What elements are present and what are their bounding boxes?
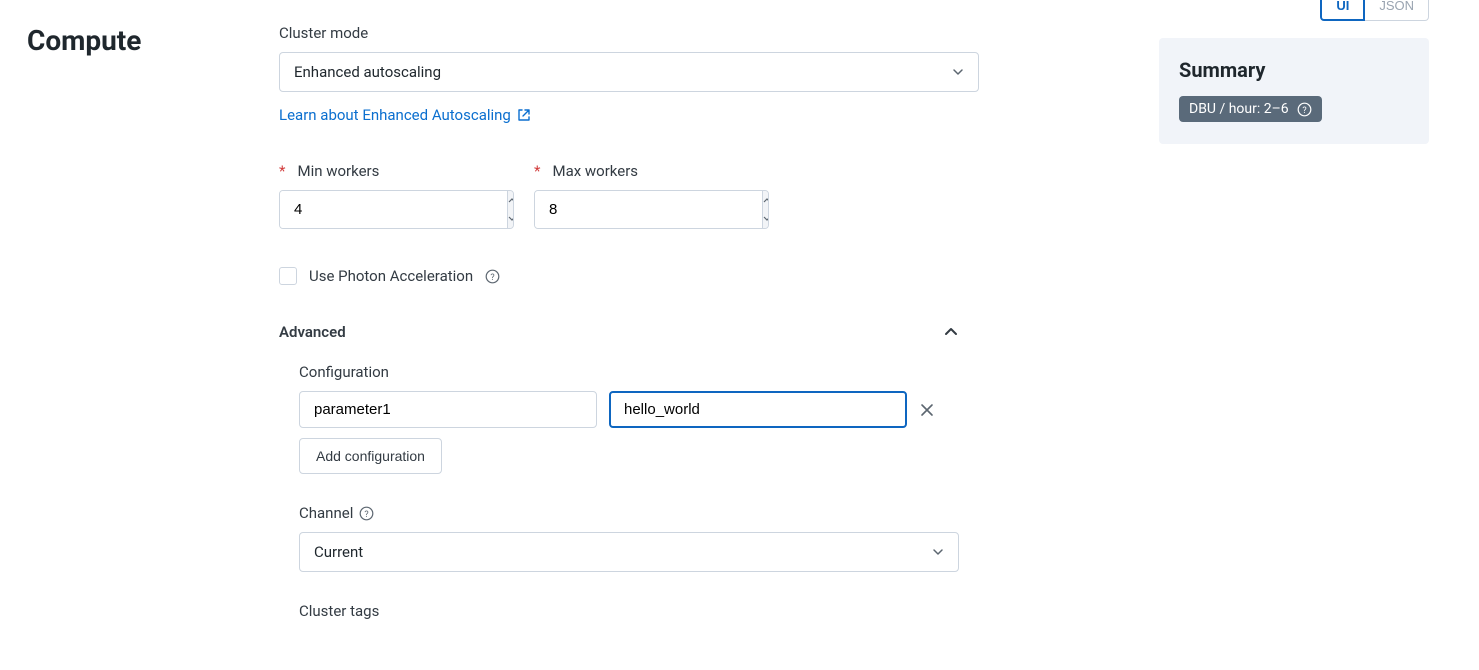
- max-workers-input[interactable]: [535, 191, 762, 228]
- cluster-mode-select[interactable]: Enhanced autoscaling: [279, 52, 979, 92]
- learn-autoscaling-link[interactable]: Learn about Enhanced Autoscaling: [279, 106, 531, 124]
- dbu-text: DBU / hour: 2–6: [1189, 101, 1289, 117]
- view-toggle: UI JSON: [1320, 0, 1429, 21]
- summary-panel: Summary DBU / hour: 2–6 ?: [1159, 38, 1429, 144]
- chevron-up-icon: [943, 324, 959, 340]
- chevron-down-icon: [952, 66, 964, 78]
- max-workers-input-wrapper: [534, 190, 769, 229]
- config-value-input[interactable]: [609, 391, 907, 428]
- add-configuration-button[interactable]: Add configuration: [299, 438, 442, 474]
- chevron-down-icon: [932, 546, 944, 558]
- min-workers-stepper[interactable]: [507, 191, 514, 228]
- min-workers-label: Min workers: [279, 162, 514, 180]
- stepper-down-icon[interactable]: [763, 210, 769, 229]
- help-icon[interactable]: ?: [485, 269, 500, 284]
- advanced-toggle[interactable]: Advanced: [279, 323, 959, 341]
- close-icon[interactable]: [919, 402, 935, 418]
- svg-text:?: ?: [491, 273, 495, 283]
- learn-autoscaling-text: Learn about Enhanced Autoscaling: [279, 106, 511, 124]
- help-icon[interactable]: ?: [1297, 102, 1312, 117]
- cluster-tags-label: Cluster tags: [299, 602, 979, 620]
- min-workers-input-wrapper: [279, 190, 514, 229]
- json-view-button[interactable]: JSON: [1365, 0, 1429, 21]
- svg-text:?: ?: [365, 510, 369, 520]
- stepper-up-icon[interactable]: [508, 191, 514, 210]
- svg-text:?: ?: [1302, 106, 1306, 116]
- ui-view-button[interactable]: UI: [1320, 0, 1365, 21]
- photon-label: Use Photon Acceleration: [309, 267, 473, 285]
- help-icon[interactable]: ?: [359, 506, 374, 521]
- channel-label: Channel: [299, 504, 353, 522]
- channel-value: Current: [314, 543, 363, 561]
- stepper-up-icon[interactable]: [763, 191, 769, 210]
- dbu-badge: DBU / hour: 2–6 ?: [1179, 96, 1322, 122]
- cluster-mode-label: Cluster mode: [279, 24, 979, 42]
- page-title: Compute: [27, 24, 141, 57]
- cluster-mode-value: Enhanced autoscaling: [294, 63, 441, 81]
- min-workers-input[interactable]: [280, 191, 507, 228]
- max-workers-stepper[interactable]: [762, 191, 769, 228]
- config-key-input[interactable]: [299, 391, 597, 428]
- max-workers-label: Max workers: [534, 162, 769, 180]
- advanced-title: Advanced: [279, 323, 346, 341]
- channel-select[interactable]: Current: [299, 532, 959, 572]
- photon-checkbox[interactable]: [279, 267, 297, 285]
- summary-title: Summary: [1179, 58, 1409, 82]
- configuration-label: Configuration: [299, 363, 979, 381]
- stepper-down-icon[interactable]: [508, 210, 514, 229]
- external-link-icon: [517, 108, 531, 122]
